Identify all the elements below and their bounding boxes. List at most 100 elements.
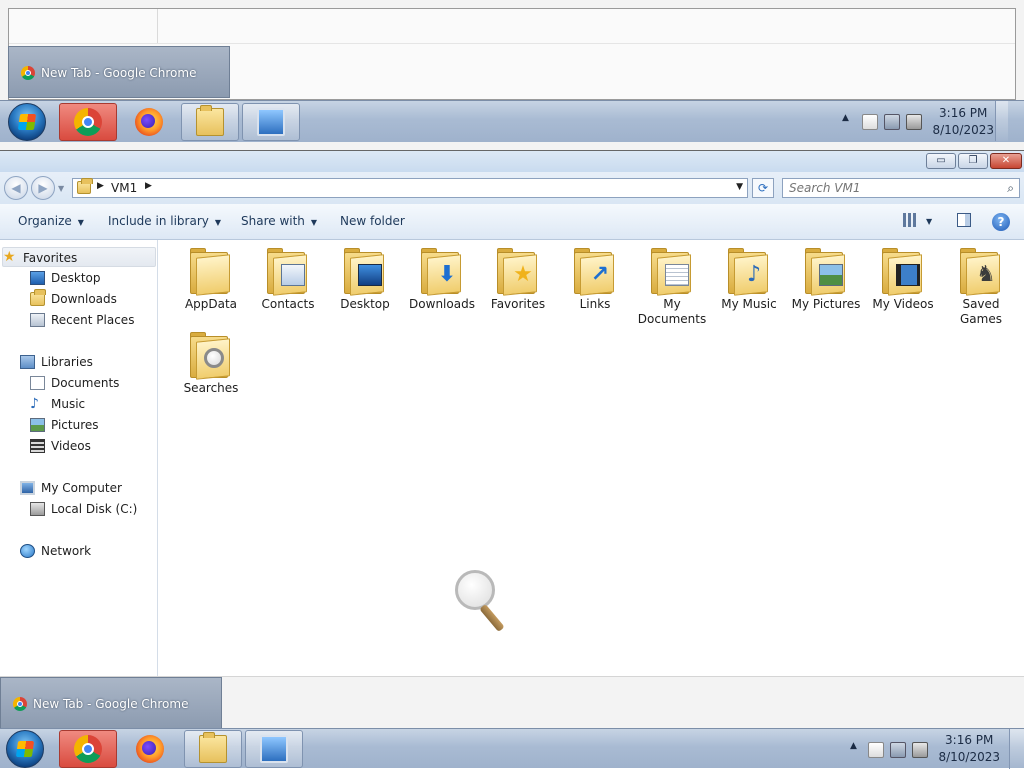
nav-label: Network [41,544,92,558]
refresh-button[interactable]: ⟳ [752,178,774,198]
folder-label: My Videos [872,297,934,311]
folder-label: Downloads [409,297,475,311]
nav-desktop[interactable]: Desktop [30,268,150,288]
search-box[interactable]: ⌕ [782,178,1020,198]
taskbar-thumbnail-area: New Tab - Google Chrome [0,676,1024,729]
taskbar-chrome-button[interactable] [59,103,117,141]
nav-my-computer[interactable]: My Computer [20,478,150,498]
search-icon[interactable]: ⌕ [1007,181,1014,196]
taskbar-firefox-button[interactable] [120,103,178,141]
network-status-icon[interactable] [890,742,906,758]
taskbar-remote-button[interactable] [242,103,300,141]
nav-documents[interactable]: Documents [30,373,150,393]
close-button[interactable]: ✕ [990,153,1022,169]
maximize-button[interactable]: ❐ [958,153,988,169]
folder-item-my-videos[interactable]: My Videos [866,246,940,312]
organize-menu[interactable]: Organize ▼ [18,214,84,228]
contacts-folder-icon [267,246,309,296]
show-desktop-button[interactable] [1009,729,1024,769]
remote-chrome-thumbnail[interactable]: New Tab - Google Chrome [8,46,230,98]
action-center-icon[interactable] [868,742,884,758]
back-button[interactable]: ◀ [4,176,28,200]
nav-recent-places[interactable]: Recent Places [30,310,150,330]
breadcrumb-separator[interactable]: ▶ [145,181,152,191]
network-icon [20,544,35,558]
action-center-icon[interactable] [862,114,878,130]
tray-chevron[interactable]: ▲ [842,113,849,123]
network-status-icon[interactable] [884,114,900,130]
nav-favorites[interactable]: ★ Favorites [2,247,156,267]
new-folder-button[interactable]: New folder [340,214,405,228]
volume-muted-icon[interactable] [906,114,922,130]
firefox-icon [135,108,163,136]
recent-pages-dropdown[interactable]: ▼ [58,184,64,193]
folder-item-favorites[interactable]: ★ Favorites [481,246,555,312]
nav-label: Libraries [41,355,93,369]
folder-item-saved-games[interactable]: ♞ Saved Games [944,246,1018,327]
videos-folder-icon [882,246,924,296]
forward-button[interactable]: ▶ [31,176,55,200]
address-dropdown[interactable]: ▼ [736,182,743,192]
folder-item-my-music[interactable]: ♪ My Music [712,246,786,312]
windows-logo-icon [17,114,37,130]
nav-label: Pictures [51,418,99,432]
folder-item-downloads[interactable]: ⬇ Downloads [405,246,479,312]
folder-icon [196,105,224,136]
network-computer-icon [260,735,288,763]
network-computer-icon [257,108,285,136]
view-options-dropdown[interactable]: ▼ [926,217,932,226]
chrome-thumbnail[interactable]: New Tab - Google Chrome [0,677,222,729]
clock[interactable]: 3:16 PM 8/10/2023 [938,732,1000,766]
chrome-icon [13,697,27,711]
tray-chevron[interactable]: ▲ [850,741,857,751]
minimize-button[interactable]: ▭ [926,153,956,169]
start-button[interactable] [8,103,46,141]
taskbar-firefox-button[interactable] [121,730,179,768]
taskbar: ▲ 3:16 PM 8/10/2023 [0,728,1024,769]
taskbar-explorer-button[interactable] [184,730,242,768]
nav-videos[interactable]: Videos [30,436,150,456]
include-in-library-label: Include in library [108,214,209,228]
folder-item-contacts[interactable]: Contacts [251,246,325,312]
nav-libraries[interactable]: Libraries [20,352,150,372]
window-titlebar[interactable]: ▭ ❐ ✕ [0,150,1024,172]
folder-item-links[interactable]: ↗ Links [558,246,632,312]
nav-local-disk[interactable]: Local Disk (C:) [30,499,155,519]
start-button[interactable] [6,730,44,768]
folder-item-my-pictures[interactable]: My Pictures [789,246,863,312]
star-icon: ★ [3,249,16,265]
folder-item-desktop[interactable]: Desktop [328,246,402,312]
nav-downloads[interactable]: Downloads [30,289,150,309]
preview-pane-icon[interactable] [957,213,971,227]
nav-network[interactable]: Network [20,541,150,561]
folder-item-my-documents[interactable]: My Documents [635,246,709,327]
organize-label: Organize [18,214,72,228]
chevron-down-icon: ▼ [77,218,84,227]
share-with-menu[interactable]: Share with ▼ [241,214,317,228]
show-desktop-button[interactable] [995,101,1008,141]
folder-item-appdata[interactable]: AppData [174,246,248,312]
volume-muted-icon[interactable] [912,742,928,758]
hard-drive-icon [30,502,45,516]
libraries-icon [20,355,35,369]
taskbar-chrome-button[interactable] [59,730,117,768]
folder-label: Desktop [340,297,390,311]
help-button[interactable]: ? [992,213,1010,231]
include-in-library-menu[interactable]: Include in library ▼ [108,214,221,228]
nav-pictures[interactable]: Pictures [30,415,150,435]
searches-folder-icon [190,330,232,380]
breadcrumb-vm1[interactable]: VM1 [111,181,137,195]
address-bar[interactable]: ▶ VM1 ▶ ▼ [72,178,748,198]
nav-music[interactable]: ♪ Music [30,394,150,414]
nav-label: Documents [51,376,120,390]
clock[interactable]: 3:16 PM 8/10/2023 [932,105,994,139]
taskbar-explorer-button[interactable] [181,103,239,141]
folder-item-searches[interactable]: Searches [174,330,248,396]
breadcrumb-separator[interactable]: ▶ [97,181,104,191]
music-icon: ♪ [30,396,39,412]
search-input[interactable] [789,180,989,196]
chrome-icon [21,66,35,80]
taskbar-remote-button[interactable] [245,730,303,768]
change-view-icon[interactable] [903,213,917,227]
nav-label: Videos [51,439,91,453]
